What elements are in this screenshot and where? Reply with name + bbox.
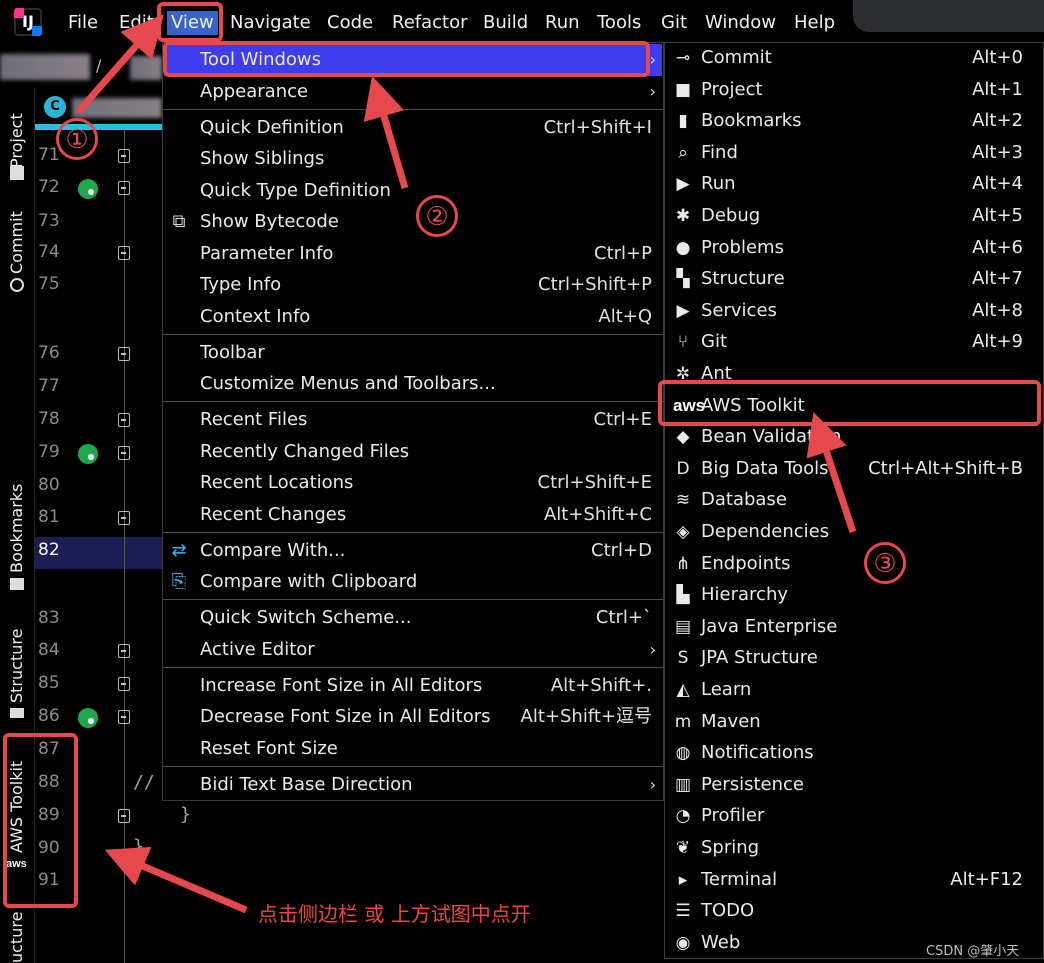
arrow-step-2 <box>363 75 409 189</box>
arrow-step-1 <box>75 14 164 115</box>
watermark: CSDN @肇小天 <box>926 944 1020 959</box>
arrow-step-3 <box>806 412 857 534</box>
annotation-arrows <box>75 14 857 914</box>
arrow-sidebar-note <box>104 846 248 914</box>
annotation-note: 点击侧边栏 或 上方试图中点开 <box>258 902 531 926</box>
